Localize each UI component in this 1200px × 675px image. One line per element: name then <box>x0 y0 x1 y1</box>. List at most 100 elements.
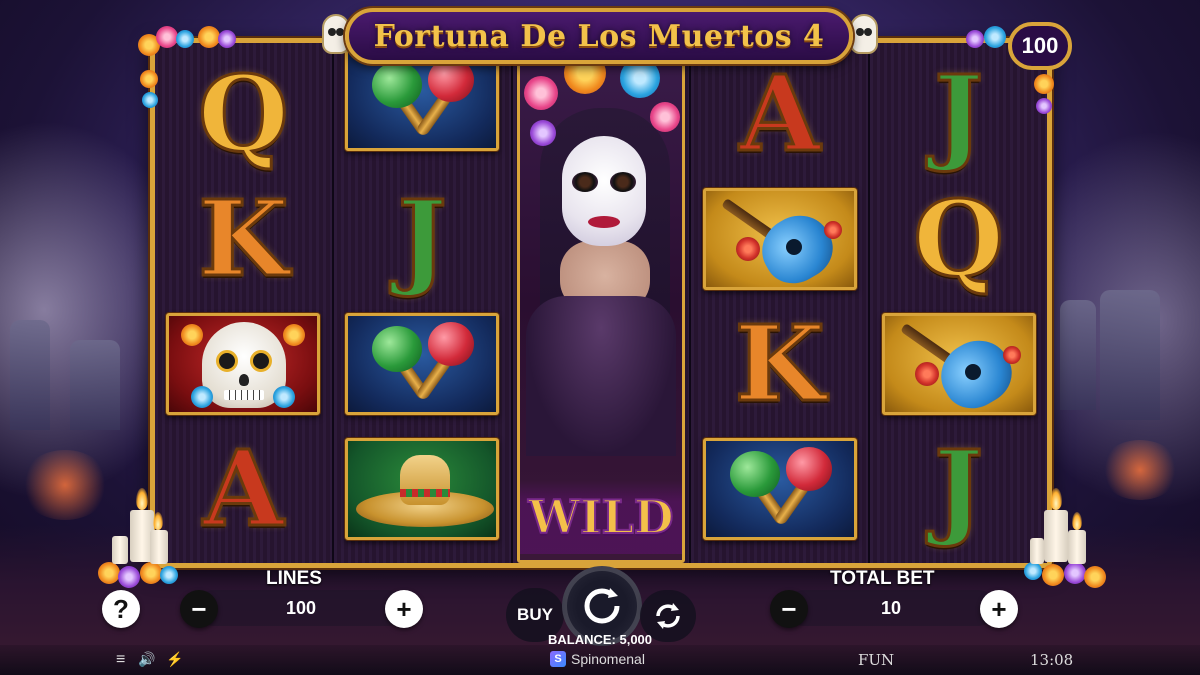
symbol-q: Q <box>870 176 1047 301</box>
bet-decrease-button[interactable]: − <box>770 590 808 628</box>
lantern-glow <box>1100 440 1180 500</box>
buy-label: BUY <box>517 605 553 624</box>
reel-4: A K <box>691 43 871 563</box>
symbol-letter: A <box>738 51 822 175</box>
sugar-skull-tile <box>166 312 321 415</box>
brand-name: Spinomenal <box>571 651 645 667</box>
footer-bar: ≡ 🔊 ⚡ S Spinomenal FUN 13:08 <box>0 645 1200 675</box>
lantern-glow <box>20 450 110 520</box>
control-bar: ? LINES 100 − + BUY BALANCE: 5,000 TOTAL… <box>0 566 1200 647</box>
symbol-letter: J <box>396 176 448 300</box>
symbol-sugar-skull <box>155 301 332 426</box>
candle <box>1030 538 1044 564</box>
sombrero-icon <box>400 454 451 505</box>
guitar-tile <box>881 312 1036 415</box>
candle <box>1068 530 1086 564</box>
flower-decoration <box>156 26 178 48</box>
sombrero-tile <box>345 437 500 540</box>
candle-flame <box>153 512 163 530</box>
reel-3: WILD <box>512 43 692 563</box>
tombstone <box>1100 290 1160 420</box>
reel-1: Q K A <box>155 43 334 563</box>
candle <box>112 536 128 564</box>
candle <box>150 530 168 564</box>
maracas-icon <box>372 61 423 108</box>
flower-decoration <box>198 26 220 48</box>
symbol-guitar <box>691 176 868 301</box>
symbol-q: Q <box>155 51 332 176</box>
tombstone <box>70 340 120 430</box>
minus-icon: − <box>191 593 207 624</box>
reel-2: J <box>333 43 513 563</box>
maracas-icon <box>729 450 780 497</box>
symbol-maracas <box>691 426 868 551</box>
flower-decoration <box>218 30 236 48</box>
candle-flame <box>1050 488 1062 510</box>
symbol-letter: Q <box>197 51 291 175</box>
multiplier-badge: 100 <box>1008 22 1072 70</box>
symbol-guitar <box>870 301 1047 426</box>
help-label: ? <box>113 593 129 624</box>
sound-icon[interactable]: 🔊 <box>138 651 155 668</box>
spinomenal-logo-icon: S <box>550 651 566 667</box>
symbol-maracas <box>334 301 511 426</box>
maracas-icon <box>372 325 423 372</box>
lines-value-pill: 100 <box>196 590 406 626</box>
flower-decoration <box>176 30 194 48</box>
menu-icon[interactable]: ≡ <box>116 651 125 669</box>
lines-label: LINES <box>266 568 322 589</box>
symbol-j: J <box>870 51 1047 176</box>
wild-text: WILD <box>527 489 674 545</box>
candle <box>1044 510 1068 562</box>
symbol-letter: K <box>733 301 826 425</box>
candle-flame <box>1072 512 1082 530</box>
provider-brand: S Spinomenal <box>550 651 645 667</box>
total-bet-value: 10 <box>880 597 902 618</box>
title-banner: Fortuna De Los Muertos 4 <box>345 8 853 64</box>
lines-decrease-button[interactable]: − <box>180 590 218 628</box>
reel-frame: Q K A J WILD A K J Q J <box>150 38 1052 568</box>
symbol-a: A <box>155 426 332 551</box>
maracas-tile <box>345 312 500 415</box>
multiplier-value: 100 <box>1021 33 1059 58</box>
total-bet-value-pill: 10 <box>786 590 996 626</box>
candle-flame <box>136 488 148 510</box>
play-mode: FUN <box>858 651 895 669</box>
turbo-icon[interactable]: ⚡ <box>166 651 183 668</box>
flower-decoration <box>1034 74 1054 94</box>
minus-icon: − <box>781 593 797 624</box>
reel-5: J Q J <box>870 43 1047 563</box>
game-title: Fortuna De Los Muertos 4 <box>373 18 825 54</box>
symbol-letter: K <box>197 176 290 300</box>
expanded-wild-symbol: WILD <box>516 43 686 563</box>
spin-icon <box>584 588 620 624</box>
help-button[interactable]: ? <box>102 590 140 628</box>
symbol-letter: Q <box>912 176 1006 300</box>
bet-increase-button[interactable]: + <box>980 590 1018 628</box>
maracas-tile <box>702 437 857 540</box>
symbol-j: J <box>334 176 511 301</box>
skull-icon <box>850 14 878 54</box>
symbol-k: K <box>155 176 332 301</box>
autoplay-icon <box>656 603 680 629</box>
flower-decoration <box>142 92 158 108</box>
clock: 13:08 <box>1030 651 1074 669</box>
wild-label: WILD <box>519 480 683 554</box>
flower-decoration <box>140 70 158 88</box>
flower-decoration <box>1036 98 1052 114</box>
flower-crown <box>520 46 683 166</box>
symbol-a: A <box>691 51 868 176</box>
symbol-letter: J <box>932 51 984 175</box>
symbol-letter: A <box>202 426 286 550</box>
flower-decoration <box>966 30 984 48</box>
total-bet-label: TOTAL BET <box>830 568 935 589</box>
reels: Q K A J WILD A K J Q J <box>155 43 1047 563</box>
symbol-letter: J <box>932 426 984 550</box>
guitar-tile <box>702 187 857 290</box>
lines-increase-button[interactable]: + <box>385 590 423 628</box>
lines-value: 100 <box>285 597 317 618</box>
symbol-j: J <box>870 426 1047 551</box>
symbol-k: K <box>691 301 868 426</box>
flower-decoration <box>984 26 1006 48</box>
tombstone <box>1060 300 1096 410</box>
